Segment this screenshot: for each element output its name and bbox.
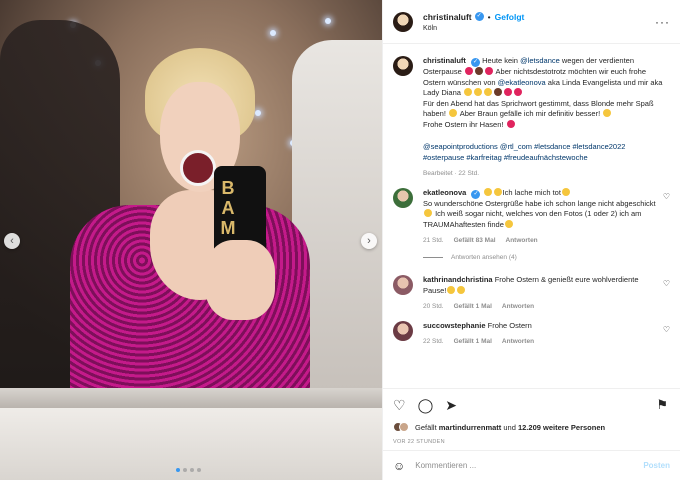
hand	[205, 240, 275, 320]
grin-emoji-icon	[424, 209, 432, 217]
comment: ekatleonova ✓ Ich lache mich tot So wund…	[393, 187, 670, 247]
comment-likes[interactable]: Gefällt 83 Mal	[454, 236, 496, 247]
comment-likes[interactable]: Gefällt 1 Mal	[454, 302, 492, 313]
reply-button[interactable]: Antworten	[506, 236, 538, 247]
liked-mid: und	[501, 422, 518, 432]
like-icon[interactable]: ♡	[393, 397, 406, 414]
commenter-avatar[interactable]	[393, 320, 413, 341]
comment-like-icon[interactable]: ♡	[663, 279, 670, 290]
grin-emoji-icon	[603, 109, 612, 117]
comment-like-icon[interactable]: ♡	[663, 192, 670, 203]
carousel-dot	[183, 468, 187, 472]
carousel-dots	[176, 468, 201, 472]
commenter-avatar[interactable]	[393, 187, 413, 208]
laugh-emoji-icon	[493, 187, 502, 196]
liked-prefix: Gefällt	[415, 422, 439, 432]
mirror-frame	[0, 388, 382, 408]
author-username[interactable]: christinaluft	[423, 12, 472, 22]
woman-emoji-icon	[494, 88, 503, 96]
view-replies-label[interactable]: Antworten ansehen (4)	[451, 253, 517, 264]
laugh-emoji-icon	[464, 88, 473, 96]
comments-section[interactable]: christinaluft ✓ Heute kein @letsdance we…	[383, 44, 680, 388]
egg-emoji-icon	[484, 67, 493, 75]
laugh-emoji-icon	[483, 187, 492, 196]
woman-emoji-icon	[504, 88, 513, 96]
comment-username[interactable]: succowstephanie	[423, 321, 486, 330]
laugh-emoji-icon	[561, 187, 570, 196]
view-replies[interactable]: Antworten ansehen (4)	[423, 253, 670, 264]
verified-badge-icon: ✓	[471, 189, 481, 199]
comment-likes[interactable]: Gefällt 1 Mal	[454, 337, 492, 348]
carousel-dot	[176, 468, 180, 472]
comment: kathrinandchristina Frohe Ostern & genie…	[393, 275, 670, 313]
caption-text: Aber Braun gefälle ich mir definitiv bes…	[458, 109, 603, 118]
verified-badge-icon: ✓	[474, 12, 484, 21]
author-avatar[interactable]	[393, 56, 413, 76]
author-avatar[interactable]	[393, 11, 413, 32]
more-options-icon[interactable]: ···	[655, 15, 670, 29]
comment-text: Frohe Ostern	[487, 320, 532, 330]
liked-user-link[interactable]: martindurrenmatt	[439, 423, 502, 432]
caption-meta: Bearbeitet · 22 Std.	[423, 170, 480, 177]
carousel-dot	[197, 468, 201, 472]
reply-button[interactable]: Antworten	[502, 302, 534, 313]
comment-time[interactable]: 20 Std.	[423, 302, 444, 313]
post-actions: ♡ ◯ ➤ ⚑ Gefällt martindurrenmatt und 12.…	[383, 388, 680, 450]
caption-tags[interactable]: @seapointproductions @rtl_com #letsdance…	[423, 142, 663, 163]
following-button[interactable]: Gefolgt	[495, 12, 525, 22]
grin-emoji-icon	[504, 219, 513, 228]
caption-text: Frohe Ostern ihr Hasen!	[423, 119, 506, 129]
comment-input[interactable]	[415, 461, 644, 470]
smile-emoji-icon	[447, 285, 456, 294]
comment-username[interactable]: kathrinandchristina	[423, 275, 493, 284]
add-comment-bar: ☺ Posten	[383, 450, 680, 480]
mention-link[interactable]: @letsdance	[520, 56, 560, 65]
share-icon[interactable]: ➤	[445, 397, 457, 414]
comment-like-icon[interactable]: ♡	[663, 325, 670, 336]
woman-emoji-icon	[514, 88, 523, 96]
comment-text: So wunderschöne Ostergrüße habe ich scho…	[423, 198, 656, 208]
open-mouth	[180, 150, 216, 186]
laugh-emoji-icon	[484, 88, 493, 96]
location-link[interactable]: Köln	[423, 25, 524, 32]
post-comment-button[interactable]: Posten	[643, 461, 670, 470]
liked-by: Gefällt martindurrenmatt und 12.209 weit…	[393, 422, 670, 432]
post-header: christinaluft ✓ • Gefolgt Köln ···	[383, 0, 680, 44]
bunny-emoji-icon	[474, 67, 483, 75]
carousel-prev-button[interactable]: ‹	[4, 233, 20, 249]
verified-badge-icon: ✓	[471, 58, 481, 67]
post-side-panel: christinaluft ✓ • Gefolgt Köln ··· chris…	[382, 0, 680, 480]
grin-emoji-icon	[449, 109, 458, 117]
liked-count-link[interactable]: 12.209 weitere Personen	[518, 423, 605, 432]
post-media[interactable]: BAM ‹ ›	[0, 0, 382, 480]
caption: christinaluft ✓ Heute kein @letsdance we…	[393, 56, 670, 180]
liker-avatar[interactable]	[399, 422, 409, 432]
bunny-emoji-icon	[464, 67, 473, 75]
sun-emoji-icon	[457, 285, 466, 294]
separator: •	[487, 11, 491, 22]
mention-link[interactable]: @ekatleonova	[498, 78, 546, 87]
caption-username[interactable]: christinaluft	[423, 56, 466, 65]
comment-icon[interactable]: ◯	[418, 397, 434, 414]
bookmark-icon[interactable]: ⚑	[656, 397, 668, 413]
heart-emoji-icon	[506, 119, 515, 128]
commenter-avatar[interactable]	[393, 275, 413, 295]
comment: succowstephanie Frohe Ostern 22 Std. Gef…	[393, 320, 670, 348]
carousel-next-button[interactable]: ›	[361, 233, 377, 249]
comment-text: Ich lache mich tot	[502, 187, 561, 197]
post-timestamp[interactable]: VOR 22 STUNDEN	[393, 439, 670, 445]
comment-time[interactable]: 21 Std.	[423, 236, 444, 247]
laugh-emoji-icon	[474, 88, 483, 96]
comment-time[interactable]: 22 Std.	[423, 337, 444, 348]
emoji-picker-icon[interactable]: ☺	[393, 459, 405, 473]
reply-button[interactable]: Antworten	[502, 337, 534, 348]
caption-text: Heute kein	[482, 56, 521, 65]
comment-username[interactable]: ekatleonova	[423, 188, 466, 197]
instagram-post: BAM ‹ › christinaluft ✓ • Gefolgt Köln ·…	[0, 0, 680, 480]
carousel-dot	[190, 468, 194, 472]
divider-line	[423, 257, 443, 259]
comment-text: Ich weiß sogar nicht, welches von den Fo…	[423, 209, 642, 229]
phone-case-letters: BAM	[220, 178, 236, 238]
